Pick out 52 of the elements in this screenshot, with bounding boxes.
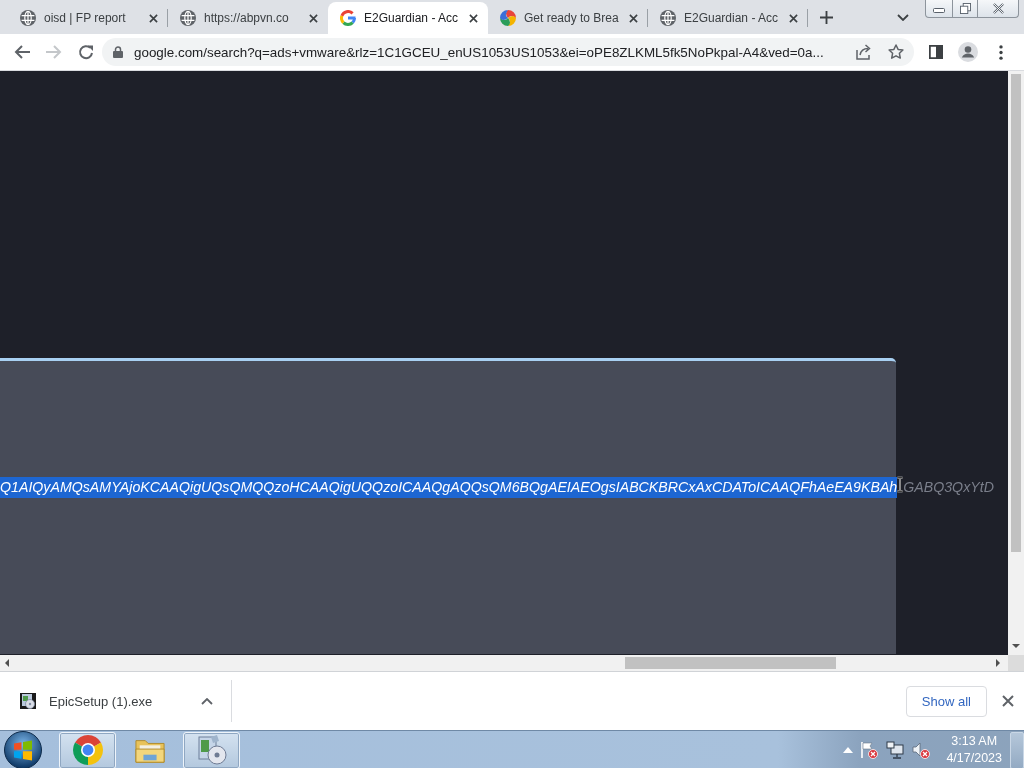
- browser-tab[interactable]: Get ready to Brea: [488, 2, 648, 34]
- reload-icon[interactable]: [78, 44, 94, 60]
- browser-tab[interactable]: E2Guardian - Acc: [648, 2, 808, 34]
- share-icon[interactable]: [856, 44, 872, 60]
- globe-icon: [180, 10, 196, 26]
- restore-icon: [959, 3, 971, 14]
- taskbar-button[interactable]: [59, 731, 116, 768]
- network-icon[interactable]: [886, 741, 905, 759]
- new-tab-plus-icon[interactable]: [820, 10, 833, 24]
- download-item[interactable]: EpicSetup (1).exe: [20, 693, 153, 709]
- scrollbar-thumb[interactable]: [625, 657, 836, 669]
- minimize-icon: [933, 7, 945, 13]
- browser-tab[interactable]: https://abpvn.co: [168, 2, 328, 34]
- close-icon[interactable]: [309, 13, 318, 23]
- show-all-button[interactable]: Show all: [905, 685, 987, 717]
- horizontal-scrollbar[interactable]: [0, 655, 1008, 671]
- back-arrow-icon[interactable]: [14, 44, 30, 60]
- close-icon: [992, 3, 1004, 14]
- scrollbar-thumb[interactable]: [1011, 74, 1021, 552]
- globe-icon: [20, 10, 36, 26]
- installer-disc-icon: [196, 735, 227, 765]
- profile-icon[interactable]: [958, 42, 978, 62]
- browser-tab[interactable]: oisd | FP report: [8, 2, 168, 34]
- globe-icon: [660, 10, 676, 26]
- menu-icon[interactable]: [999, 44, 1003, 60]
- highlighted-text: Q1AIQyAMQsAMYAjoKCAAQigUQsQMQQzoHCAAQigUQQzoICAAQgAQQsQM6BQgAEIAEOgsIABCKBRCxAxCDAToICAAQFhAeEA9KBAh: [0, 477, 898, 498]
- close-icon[interactable]: [469, 13, 478, 23]
- side-panel-icon[interactable]: [929, 45, 943, 59]
- scroll-down-arrow-icon[interactable]: [1012, 644, 1020, 648]
- close-icon[interactable]: [1002, 695, 1014, 707]
- text-cursor-icon: [897, 476, 904, 493]
- installer-file-icon: [20, 693, 36, 709]
- scroll-right-arrow-icon[interactable]: [996, 659, 1000, 667]
- browser-logo-icon: [72, 735, 103, 765]
- start-orb-icon[interactable]: [3, 731, 43, 768]
- browser-tab[interactable]: E2Guardian - Acc: [328, 2, 488, 34]
- page-text: GABQ3QxYtD: [903, 478, 994, 497]
- star-icon[interactable]: [888, 44, 904, 60]
- swirl-icon: [500, 10, 516, 26]
- lock-icon: [113, 46, 123, 58]
- taskbar-button[interactable]: [183, 731, 240, 768]
- google-g-icon: [340, 10, 356, 26]
- close-icon[interactable]: [149, 13, 158, 23]
- chevron-down-icon[interactable]: [897, 13, 909, 21]
- speaker-muted-icon[interactable]: [912, 741, 931, 759]
- chevron-up-icon[interactable]: [201, 697, 214, 705]
- close-icon[interactable]: [789, 13, 798, 23]
- scroll-left-arrow-icon[interactable]: [5, 659, 9, 667]
- vertical-scrollbar[interactable]: [1008, 71, 1024, 655]
- address-bar[interactable]: google.com/search?q=ads+vmware&rlz=1C1GCEU_enUS1053US1053&ei=oPE8ZLKML5fk5NoPkpal-A4&ved=0a...: [102, 38, 914, 66]
- flag-error-icon[interactable]: [860, 741, 879, 759]
- close-icon[interactable]: [629, 13, 638, 23]
